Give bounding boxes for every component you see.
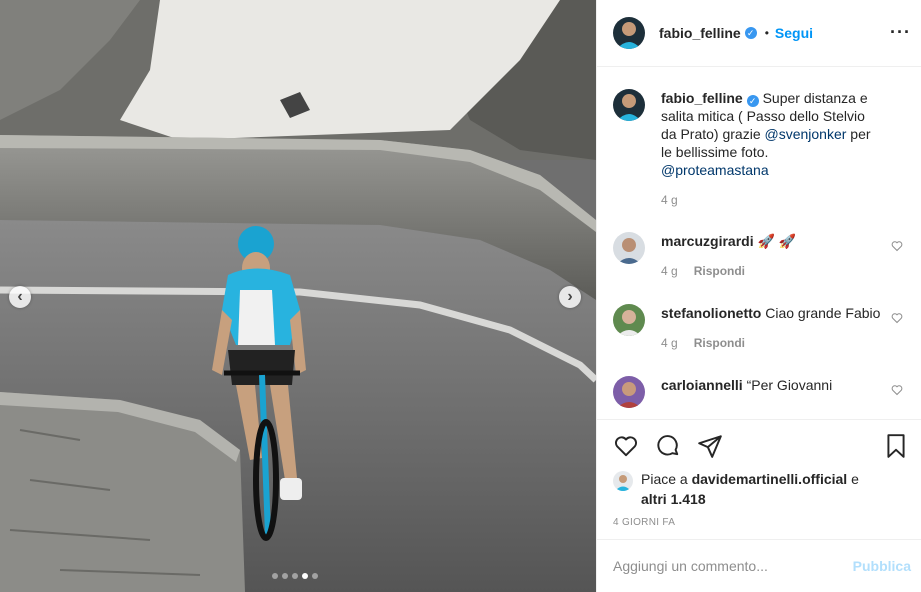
follow-button[interactable]: Segui: [775, 25, 813, 41]
likes-others-link[interactable]: altri 1.418: [641, 491, 706, 507]
carousel-dot: [312, 573, 318, 579]
likes-conjunction: e: [847, 471, 859, 487]
caption-time[interactable]: 4 g: [661, 193, 678, 207]
separator-dot: •: [764, 26, 769, 40]
commenter-avatar[interactable]: [613, 304, 645, 336]
comment-item: stefanolionetto Ciao grande Fabio 4 g Ri…: [597, 304, 921, 350]
commenter-avatar[interactable]: [613, 232, 645, 264]
commenter-username[interactable]: marcuzgirardi: [661, 233, 754, 249]
post-header: fabio_felline ✓ • Segui ···: [597, 0, 921, 67]
comment-meta: 4 g Rispondi: [661, 264, 881, 278]
comment-time[interactable]: 4 g: [661, 264, 678, 278]
carousel-indicator: [272, 573, 318, 579]
caption-text: fabio_felline ✓ Super distanza e salita m…: [661, 89, 881, 179]
likes-prefix: Piace a: [641, 471, 692, 487]
commenter-username[interactable]: stefanolionetto: [661, 305, 761, 321]
carousel-dot: [282, 573, 288, 579]
like-comment-heart-icon[interactable]: [891, 240, 903, 252]
likes-summary: Piace a davidemartinelli.official e altri…: [613, 469, 911, 509]
carousel-dot: [292, 573, 298, 579]
comment-body: “Per Giovanni: [742, 377, 833, 393]
publish-button[interactable]: Pubblica: [853, 558, 911, 574]
post-photo[interactable]: ‹ ›: [0, 0, 596, 592]
comment-text: stefanolionetto Ciao grande Fabio: [661, 304, 881, 322]
comment-input[interactable]: [613, 558, 853, 574]
comments-list[interactable]: fabio_felline ✓ Super distanza e salita m…: [597, 68, 921, 419]
commenter-avatar[interactable]: [613, 376, 645, 408]
comment-meta: 4 g Rispondi: [661, 336, 881, 350]
author-username[interactable]: fabio_felline: [659, 25, 741, 41]
comment-text: carloiannelli “Per Giovanni: [661, 376, 881, 394]
carousel-dot-active: [302, 573, 308, 579]
author-avatar[interactable]: [613, 17, 645, 49]
share-paper-plane-icon[interactable]: [697, 433, 723, 459]
action-icons: [613, 433, 723, 459]
next-slide-button[interactable]: ›: [559, 286, 581, 308]
like-comment-heart-icon[interactable]: [891, 312, 903, 324]
save-bookmark-icon[interactable]: [883, 433, 909, 459]
carousel-dot: [272, 573, 278, 579]
verified-badge-icon: ✓: [746, 95, 759, 107]
more-horizontal-icon[interactable]: ···: [890, 22, 911, 43]
liker-avatar[interactable]: [613, 471, 633, 491]
comment-bubble-icon[interactable]: [655, 433, 681, 459]
reply-button[interactable]: Rispondi: [694, 336, 745, 350]
mention-link[interactable]: @proteamastana: [661, 162, 769, 178]
comment-text: marcuzgirardi 🚀 🚀: [661, 232, 881, 250]
commenter-username[interactable]: carloiannelli: [661, 377, 743, 393]
likes-text: Piace a davidemartinelli.official e altri…: [641, 469, 911, 509]
add-comment-bar: Pubblica: [597, 539, 921, 592]
previous-slide-button[interactable]: ‹: [9, 286, 31, 308]
author-avatar[interactable]: [613, 89, 645, 121]
caption-meta: 4 g: [661, 193, 881, 207]
instagram-post: ‹ › fabio_felline ✓ • Segui ··· fabio_fe…: [0, 0, 921, 592]
caption: fabio_felline ✓ Super distanza e salita m…: [597, 89, 921, 207]
liker-username[interactable]: davidemartinelli.official: [692, 471, 848, 487]
caption-author[interactable]: fabio_felline: [661, 90, 743, 106]
like-comment-heart-icon[interactable]: [891, 384, 903, 396]
mention-link[interactable]: @svenjonker: [765, 126, 847, 142]
cyclist-photo: [0, 0, 596, 592]
verified-badge-icon: ✓: [744, 27, 757, 39]
comment-time[interactable]: 4 g: [661, 336, 678, 350]
post-date[interactable]: 4 GIORNI FA: [613, 517, 675, 528]
comment-item: marcuzgirardi 🚀 🚀 4 g Rispondi: [597, 232, 921, 278]
post-side-panel: fabio_felline ✓ • Segui ··· fabio_fellin…: [596, 0, 921, 592]
comment-body: 🚀 🚀: [753, 233, 797, 249]
reply-button[interactable]: Rispondi: [694, 264, 745, 278]
like-heart-icon[interactable]: [613, 433, 639, 459]
comment-item: carloiannelli “Per Giovanni: [597, 376, 921, 408]
post-actions: Piace a davidemartinelli.official e altri…: [597, 419, 921, 539]
comment-body: Ciao grande Fabio: [761, 305, 881, 321]
